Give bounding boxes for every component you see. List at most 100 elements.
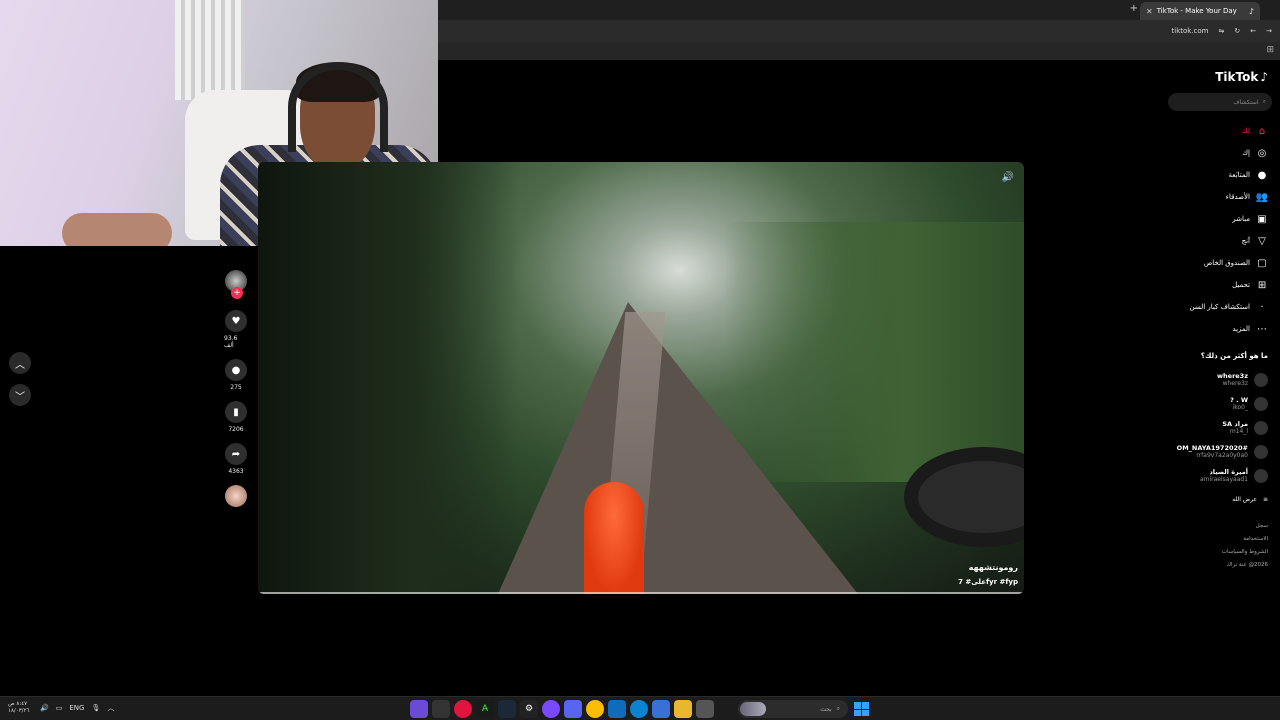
webcam-headset (288, 62, 388, 152)
footer-link[interactable]: سجل (1222, 520, 1268, 533)
reload-icon[interactable]: ↻ (1234, 27, 1240, 35)
following-name: أميرة الصياد (1209, 468, 1248, 476)
search-input[interactable]: ⌕ استكشاف (1168, 93, 1272, 111)
app-icon-2[interactable] (432, 700, 450, 718)
taskbar-search-icon: ⌕ (836, 705, 840, 712)
following-handle: _iko0 (1232, 404, 1248, 411)
app-icon-14[interactable] (696, 700, 714, 718)
video-progress-bar[interactable] (260, 592, 1022, 594)
sidebar-item-label: المتابَعة (1228, 171, 1250, 179)
url-text[interactable]: tiktok.com (1172, 27, 1209, 35)
share-count: 4363 (228, 468, 244, 475)
following-item[interactable]: #OM_NAYA1972020 rrfa9v7a2a0y0a0 (1168, 440, 1268, 464)
following-name: مراد SA (1222, 420, 1248, 428)
language-indicator[interactable]: ENG (69, 704, 84, 712)
following-text: مراد SA m14_l (1222, 420, 1248, 436)
tab-close-icon[interactable]: ✕ (1146, 7, 1153, 16)
sidebar-item-9[interactable]: ⋯ المزيد (1168, 318, 1268, 340)
network-icon[interactable]: ▭ (56, 704, 63, 712)
start-button[interactable] (852, 700, 870, 718)
new-tab-button[interactable]: + (1130, 3, 1138, 14)
sidebar-item-4[interactable]: ▣ مباشر (1168, 208, 1268, 230)
discord-icon[interactable] (564, 700, 582, 718)
sidebar-item-label: الأصدقاء (1225, 193, 1250, 201)
following-text: أميرة الصياد amiraelsayaad1 (1200, 468, 1248, 484)
following-text: where3z where3z (1217, 373, 1248, 388)
video-hashtags[interactable]: على# 7fyr #fyp (958, 578, 1018, 586)
sidebar-nav: ⌂ لك ◎ إك ● المتابَعة 👥 الأصدقاء ▣ مباشر ▽ آنج ▢ الصن… (1168, 120, 1269, 340)
footer-link[interactable]: 2026@ عنة تراك (1222, 559, 1268, 572)
back-icon[interactable]: ← (1250, 27, 1256, 35)
mail-icon[interactable] (608, 700, 626, 718)
comment-count: 275 (230, 384, 242, 391)
edge-icon[interactable] (630, 700, 648, 718)
sidebar-item-0[interactable]: ⌂ لك (1168, 120, 1268, 142)
app-icon-4[interactable]: A (476, 700, 494, 718)
video-author[interactable]: رومونتشههه (969, 563, 1018, 572)
follow-button[interactable]: + (231, 287, 243, 299)
windows-logo-pane (854, 709, 861, 716)
following-handle: where3z (1222, 380, 1248, 387)
screen: + ✕ TikTok - Make Your Day ♪ tiktok.com … (0, 0, 1280, 720)
inbox-icon: ▢ (1257, 257, 1267, 269)
following-item[interactable]: مراد SA m14_l (1168, 416, 1268, 440)
sidebar-item-3[interactable]: 👥 الأصدقاء (1168, 186, 1269, 208)
footer-link[interactable]: الشروط والسياسات (1222, 546, 1268, 559)
tiktok-note-icon: ♪ (1260, 70, 1268, 84)
search-placeholder: استكشاف (1233, 98, 1259, 106)
chrome-icon[interactable] (586, 700, 604, 718)
site-settings-icon[interactable]: ⇋ (1219, 27, 1225, 35)
following-name: #OM_NAYA1972020 (1176, 444, 1248, 452)
app-icon-12[interactable] (652, 700, 670, 718)
next-video-button[interactable]: ﹀ (9, 384, 31, 406)
taskbar-clock[interactable]: ٨:٤٧ ص ١٨/٠٣/٢٦ (8, 701, 29, 715)
apps-grid-icon[interactable]: ⊞ (1266, 45, 1274, 55)
following-text: #OM_NAYA1972020 rrfa9v7a2a0y0a0 (1176, 444, 1248, 460)
footer-link[interactable]: الاستخدامة (1222, 533, 1268, 546)
sidebar-item-2[interactable]: ● المتابَعة (1168, 164, 1268, 186)
file-explorer-icon[interactable] (674, 700, 692, 718)
like-button[interactable]: ♥ (225, 310, 247, 332)
sidebar-item-8[interactable]: · استكشاف كبار السن (1168, 296, 1268, 318)
mic-icon[interactable]: 🎙 (91, 704, 100, 712)
search-icon: ⌕ (1262, 98, 1266, 105)
sidebar: ♪ TikTok ⌕ استكشاف ⌂ لك ◎ إك ● المتابَعة 👥 الأص… (1168, 60, 1280, 696)
browser-tab[interactable]: ✕ TikTok - Make Your Day ♪ (1140, 2, 1260, 20)
sidebar-item-6[interactable]: ▢ الصندوق الخاص (1168, 252, 1268, 274)
address-bar[interactable]: tiktok.com ⇋ ↻ ← → (438, 20, 1280, 42)
forward-icon[interactable]: → (1266, 27, 1272, 35)
more-icon: ⋯ (1257, 323, 1267, 335)
tray-chevron-icon[interactable]: ︿ (107, 703, 114, 713)
following-handle: rrfa9v7a2a0y0a0 (1196, 452, 1248, 459)
previous-video-button[interactable]: ︿ (9, 352, 31, 374)
settings-gear-icon[interactable]: ⚙ (520, 700, 538, 718)
sidebar-item-1[interactable]: ◎ إك (1168, 142, 1268, 164)
clock-time: ٨:٤٧ ص (8, 701, 28, 707)
share-button[interactable]: ➦ (225, 443, 247, 465)
send-icon: ▽ (1258, 235, 1266, 247)
volume-tray-icon[interactable]: 🔊 (40, 704, 49, 712)
sidebar-item-label: استكشاف كبار السن (1189, 303, 1250, 311)
system-tray: 🔊 ▭ ENG 🎙 ︿ (40, 703, 114, 713)
tiktok-logo[interactable]: ♪ TikTok (1215, 70, 1268, 84)
app-icon-7[interactable] (542, 700, 560, 718)
video-fender (584, 482, 644, 594)
taskbar-search[interactable]: بحث ⌕ (738, 700, 848, 718)
following-item[interactable]: W . ? _iko0 (1168, 392, 1268, 416)
tab-title: TikTok - Make Your Day (1156, 7, 1237, 15)
following-item[interactable]: where3z where3z (1168, 368, 1268, 392)
app-icon-3[interactable] (454, 700, 472, 718)
following-item[interactable]: أميرة الصياد amiraelsayaad1 (1168, 464, 1268, 488)
save-button[interactable]: ▮ (225, 401, 247, 423)
show-more-link[interactable]: ≡ عرض الله (1168, 488, 1268, 510)
creator-avatar[interactable]: + (225, 270, 247, 299)
comment-button[interactable]: ● (225, 359, 247, 381)
volume-icon[interactable]: 🔊 (1002, 172, 1014, 183)
sidebar-item-5[interactable]: ▽ آنج (1168, 230, 1268, 252)
video-player[interactable]: 🔊 رومونتشههه على# 7fyr #fyp (258, 162, 1024, 594)
home-icon: ⌂ (1258, 125, 1266, 137)
sidebar-item-7[interactable]: ⊞ تحميل (1168, 274, 1268, 296)
sound-avatar[interactable] (225, 485, 247, 507)
app-icon-1[interactable] (410, 700, 428, 718)
steam-icon[interactable] (498, 700, 516, 718)
